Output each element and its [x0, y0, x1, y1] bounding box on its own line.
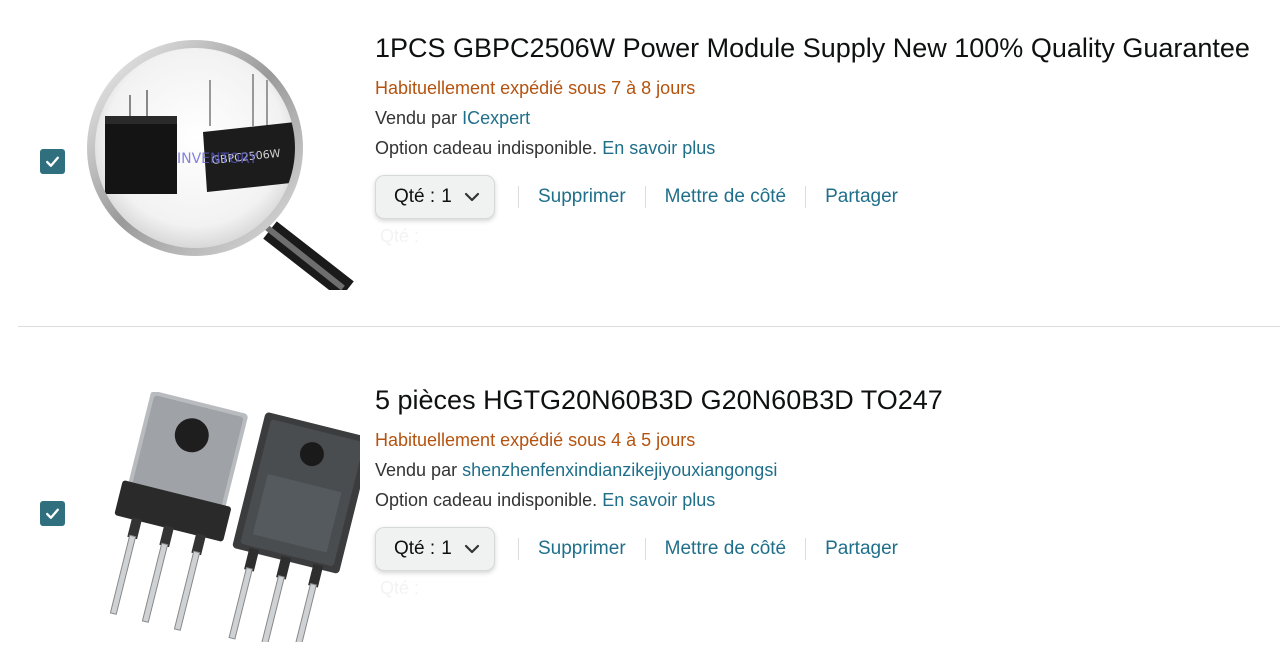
- seller-link[interactable]: ICexpert: [462, 108, 530, 128]
- qty-value: 1: [441, 186, 452, 207]
- shipping-estimate: Habituellement expédié sous 7 à 8 jours: [375, 78, 696, 98]
- item-divider: [18, 326, 1280, 327]
- checkmark-icon: [46, 508, 59, 519]
- share-link[interactable]: Partager: [806, 538, 917, 560]
- gift-option-line: Option cadeau indisponible. En savoir pl…: [375, 136, 715, 160]
- delete-link[interactable]: Supprimer: [519, 186, 645, 208]
- save-for-later-link[interactable]: Mettre de côté: [646, 186, 805, 208]
- seller-line: Vendu par shenzhenfenxindianzikejiyouxia…: [375, 458, 777, 482]
- qty-label: Qté :: [394, 186, 436, 207]
- chevron-down-icon: [464, 544, 479, 554]
- sold-by-label: Vendu par: [375, 460, 458, 480]
- product-image[interactable]: GBPC2506W INVENTORY: [85, 40, 360, 290]
- ghost-qty-label: Qté :: [380, 578, 420, 598]
- gift-option-text: Option cadeau indisponible.: [375, 490, 598, 510]
- qty-value: 1: [441, 538, 452, 559]
- watermark-text: INVENTORY: [177, 151, 258, 167]
- cart-item-2: 5 pièces HGTG20N60B3D G20N60B3D TO247 Ha…: [0, 352, 1280, 672]
- delete-link[interactable]: Supprimer: [519, 538, 645, 560]
- gift-option-text: Option cadeau indisponible.: [375, 138, 598, 158]
- product-title[interactable]: 5 pièces HGTG20N60B3D G20N60B3D TO247: [375, 383, 943, 417]
- sold-by-label: Vendu par: [375, 108, 458, 128]
- share-link[interactable]: Partager: [806, 186, 917, 208]
- ghost-qty-label: Qté :: [380, 226, 420, 246]
- cart-item-1: GBPC2506W INVENTORY 1PCS GBPC2506W Power…: [0, 0, 1280, 326]
- product-title[interactable]: 1PCS GBPC2506W Power Module Supply New 1…: [375, 31, 1250, 65]
- quantity-dropdown[interactable]: Qté : 1: [375, 175, 495, 219]
- item-select-checkbox[interactable]: [40, 501, 65, 526]
- item-actions: Supprimer Mettre de côté Partager: [518, 535, 917, 563]
- chevron-down-icon: [464, 192, 479, 202]
- seller-line: Vendu par ICexpert: [375, 106, 530, 130]
- quantity-dropdown[interactable]: Qté : 1: [375, 527, 495, 571]
- gift-option-line: Option cadeau indisponible. En savoir pl…: [375, 488, 715, 512]
- learn-more-link[interactable]: En savoir plus: [602, 490, 715, 510]
- checkmark-icon: [46, 156, 59, 167]
- item-select-checkbox[interactable]: [40, 149, 65, 174]
- learn-more-link[interactable]: En savoir plus: [602, 138, 715, 158]
- qty-label: Qté :: [394, 538, 436, 559]
- product-image[interactable]: [85, 392, 360, 642]
- shipping-estimate: Habituellement expédié sous 4 à 5 jours: [375, 430, 696, 450]
- save-for-later-link[interactable]: Mettre de côté: [646, 538, 805, 560]
- item-actions: Supprimer Mettre de côté Partager: [518, 183, 917, 211]
- seller-link[interactable]: shenzhenfenxindianzikejiyouxiangongsi: [462, 460, 777, 480]
